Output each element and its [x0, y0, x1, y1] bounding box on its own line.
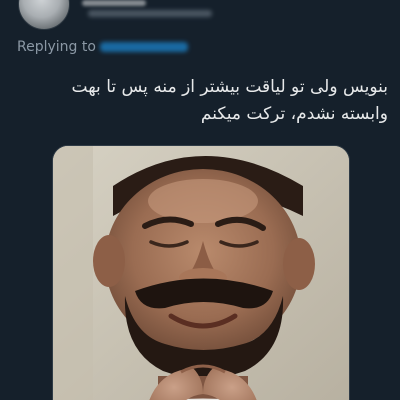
tweet-media-photo[interactable] [52, 145, 350, 400]
author-avatar[interactable] [18, 0, 70, 30]
replying-to-mention-redacted[interactable] [99, 42, 188, 52]
replying-to-line: Replying to [17, 39, 188, 55]
tweet-text-line: بنویس ولی تو لیاقت بیشتر از منه پس تا به… [71, 77, 388, 97]
tweet-reply-view: Replying to بنویس ولی تو لیاقت بیشتر از … [0, 0, 400, 400]
replying-to-label: Replying to [17, 39, 96, 55]
author-handle-redacted [88, 10, 212, 17]
author-name-redacted[interactable] [82, 0, 146, 6]
meme-photo-icon [53, 146, 349, 400]
tweet-text: بنویس ولی تو لیاقت بیشتر از منه پس تا به… [18, 74, 388, 128]
tweet-text-line: وابسته نشدم، ترکت میکنم [200, 104, 388, 124]
